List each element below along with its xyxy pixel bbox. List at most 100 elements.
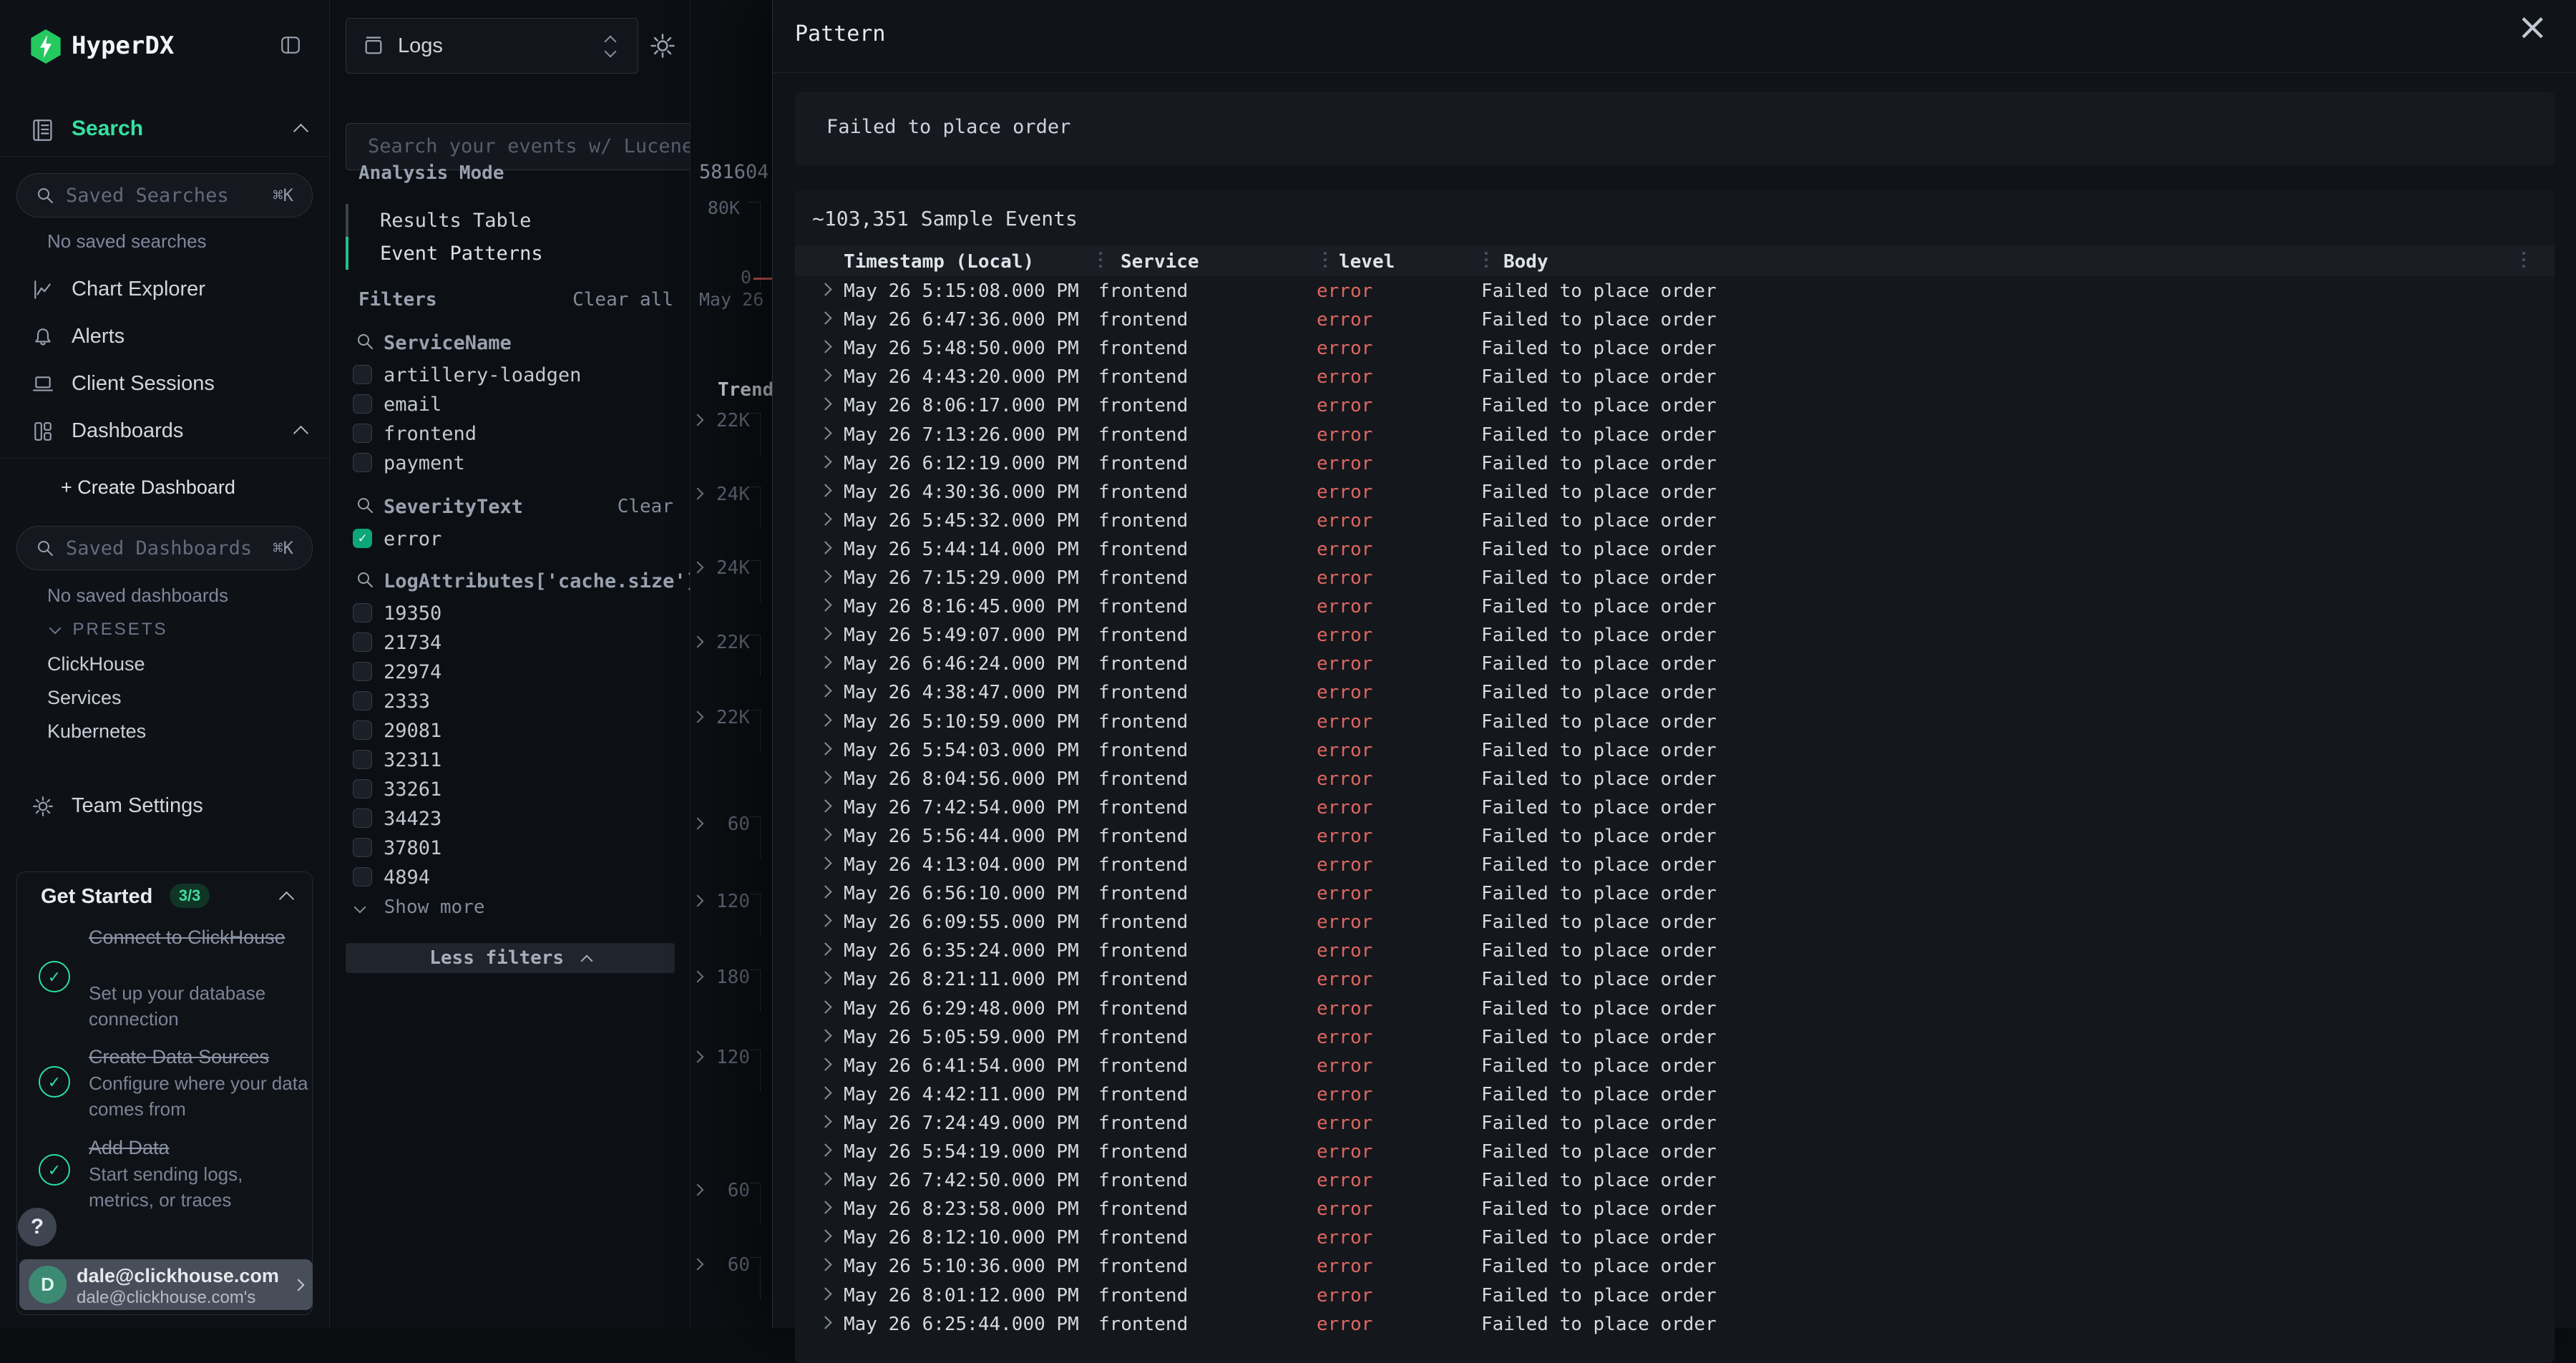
checkbox[interactable]: [353, 750, 372, 769]
expand-chevron-icon[interactable]: [819, 1172, 831, 1185]
expand-chevron-icon[interactable]: [819, 311, 831, 324]
filter-option[interactable]: ✓error: [330, 524, 690, 554]
table-row[interactable]: May 26 5:10:36.000 PMfrontenderrorFailed…: [795, 1251, 2555, 1280]
source-select[interactable]: Logs: [346, 18, 638, 74]
table-row[interactable]: May 26 7:15:29.000 PMfrontenderrorFailed…: [795, 563, 2555, 592]
expand-chevron-icon[interactable]: [819, 685, 831, 698]
expand-chevron-icon[interactable]: [819, 972, 831, 985]
source-settings-gear-icon[interactable]: [650, 33, 675, 62]
expand-chevron-icon[interactable]: [819, 1115, 831, 1128]
mode-event-patterns[interactable]: Event Patterns: [346, 237, 675, 270]
filter-clear-button[interactable]: Clear: [618, 496, 673, 517]
table-row[interactable]: May 26 8:06:17.000 PMfrontenderrorFailed…: [795, 391, 2555, 419]
trend-row[interactable]: 22K: [691, 626, 773, 659]
expand-chevron-icon[interactable]: [819, 369, 831, 382]
checkbox[interactable]: [353, 838, 372, 857]
expand-chevron-icon[interactable]: [819, 914, 831, 927]
checkbox[interactable]: [353, 808, 372, 828]
table-row[interactable]: May 26 5:10:59.000 PMfrontenderrorFailed…: [795, 707, 2555, 736]
expand-chevron-icon[interactable]: [819, 799, 831, 812]
expand-chevron-icon[interactable]: [819, 1201, 831, 1213]
filter-option[interactable]: frontend: [330, 419, 690, 449]
trend-row[interactable]: 120: [691, 885, 773, 918]
expand-chevron-icon[interactable]: [819, 1316, 831, 1329]
expand-chevron-icon[interactable]: [819, 1259, 831, 1271]
table-row[interactable]: May 26 8:16:45.000 PMfrontenderrorFailed…: [795, 592, 2555, 620]
table-row[interactable]: May 26 5:56:44.000 PMfrontenderrorFailed…: [795, 821, 2555, 850]
chevron-up-icon[interactable]: [279, 891, 294, 907]
trend-row[interactable]: 120: [691, 1041, 773, 1074]
saved-dashboards-input[interactable]: Saved Dashboards ⌘K: [16, 526, 313, 570]
trend-row[interactable]: 180: [691, 961, 773, 994]
expand-chevron-icon[interactable]: [819, 943, 831, 956]
checkbox[interactable]: [353, 662, 372, 681]
table-row[interactable]: May 26 4:13:04.000 PMfrontenderrorFailed…: [795, 850, 2555, 879]
expand-chevron-icon[interactable]: [819, 627, 831, 640]
sidebar-item-search[interactable]: Search: [0, 107, 329, 150]
checkbox[interactable]: [353, 603, 372, 622]
user-menu[interactable]: D dale@clickhouse.com dale@clickhouse.co…: [19, 1259, 313, 1310]
table-row[interactable]: May 26 8:23:58.000 PMfrontenderrorFailed…: [795, 1194, 2555, 1223]
get-started-item-title[interactable]: Add Data: [89, 1134, 311, 1161]
expand-chevron-icon[interactable]: [819, 885, 831, 898]
expand-chevron-icon[interactable]: [819, 1029, 831, 1042]
trend-row[interactable]: 24K: [691, 552, 773, 585]
expand-chevron-icon[interactable]: [819, 455, 831, 468]
show-more-button[interactable]: Show more: [356, 897, 485, 925]
expand-chevron-icon[interactable]: [819, 1057, 831, 1070]
table-row[interactable]: May 26 6:35:24.000 PMfrontenderrorFailed…: [795, 936, 2555, 964]
trend-row[interactable]: 22K: [691, 701, 773, 734]
table-row[interactable]: May 26 8:01:12.000 PMfrontenderrorFailed…: [795, 1281, 2555, 1309]
expand-chevron-icon[interactable]: [819, 828, 831, 841]
filter-option[interactable]: artillery-loadgen: [330, 361, 690, 390]
trend-row[interactable]: 22K: [691, 404, 773, 437]
table-row[interactable]: May 26 6:09:55.000 PMfrontenderrorFailed…: [795, 907, 2555, 936]
expand-chevron-icon[interactable]: [819, 771, 831, 783]
filter-option[interactable]: 37801: [330, 834, 690, 863]
table-row[interactable]: May 26 6:47:36.000 PMfrontenderrorFailed…: [795, 305, 2555, 333]
preset-kubernetes[interactable]: Kubernetes: [47, 720, 146, 743]
col-timestamp[interactable]: Timestamp (Local): [844, 251, 1034, 273]
col-body[interactable]: Body: [1503, 251, 1548, 273]
table-row[interactable]: May 26 5:45:32.000 PMfrontenderrorFailed…: [795, 506, 2555, 534]
table-row[interactable]: May 26 6:25:44.000 PMfrontenderrorFailed…: [795, 1309, 2555, 1338]
table-row[interactable]: May 26 8:04:56.000 PMfrontenderrorFailed…: [795, 764, 2555, 793]
filter-option[interactable]: 19350: [330, 599, 690, 628]
create-dashboard-button[interactable]: + Create Dashboard: [61, 477, 235, 499]
table-row[interactable]: May 26 4:38:47.000 PMfrontenderrorFailed…: [795, 678, 2555, 706]
trend-row[interactable]: 60: [691, 1249, 773, 1281]
saved-searches-input[interactable]: Saved Searches ⌘K: [16, 173, 313, 218]
expand-chevron-icon[interactable]: [819, 340, 831, 353]
table-row[interactable]: May 26 7:24:49.000 PMfrontenderrorFailed…: [795, 1108, 2555, 1137]
table-menu-icon[interactable]: [2522, 252, 2525, 268]
preset-clickhouse[interactable]: ClickHouse: [47, 653, 145, 675]
trend-row[interactable]: 24K: [691, 478, 773, 511]
sidebar-collapse-icon[interactable]: [278, 34, 303, 56]
expand-chevron-icon[interactable]: [819, 713, 831, 726]
table-row[interactable]: May 26 7:42:54.000 PMfrontenderrorFailed…: [795, 793, 2555, 821]
table-row[interactable]: May 26 5:54:19.000 PMfrontenderrorFailed…: [795, 1137, 2555, 1166]
filter-option[interactable]: 29081: [330, 716, 690, 746]
table-row[interactable]: May 26 5:48:50.000 PMfrontenderrorFailed…: [795, 333, 2555, 362]
checkbox[interactable]: [353, 867, 372, 886]
table-row[interactable]: May 26 4:30:36.000 PMfrontenderrorFailed…: [795, 477, 2555, 506]
chevron-up-icon[interactable]: [293, 426, 308, 441]
checkbox[interactable]: [353, 720, 372, 740]
expand-chevron-icon[interactable]: [819, 598, 831, 611]
expand-chevron-icon[interactable]: [819, 283, 831, 295]
expand-chevron-icon[interactable]: [819, 1086, 831, 1099]
checkbox-checked[interactable]: ✓: [353, 529, 372, 548]
checkbox[interactable]: [353, 779, 372, 798]
table-row[interactable]: May 26 8:12:10.000 PMfrontenderrorFailed…: [795, 1223, 2555, 1251]
expand-chevron-icon[interactable]: [819, 656, 831, 669]
table-row[interactable]: May 26 6:29:48.000 PMfrontenderrorFailed…: [795, 994, 2555, 1022]
expand-chevron-icon[interactable]: [819, 512, 831, 525]
close-icon[interactable]: ×: [2517, 6, 2548, 49]
checkbox[interactable]: [353, 394, 372, 414]
expand-chevron-icon[interactable]: [819, 484, 831, 497]
table-row[interactable]: May 26 5:05:59.000 PMfrontenderrorFailed…: [795, 1022, 2555, 1051]
clear-all-button[interactable]: Clear all: [572, 289, 673, 311]
filter-option[interactable]: 2333: [330, 687, 690, 716]
trend-row[interactable]: 60: [691, 808, 773, 841]
mode-results-table[interactable]: Results Table: [346, 204, 675, 237]
